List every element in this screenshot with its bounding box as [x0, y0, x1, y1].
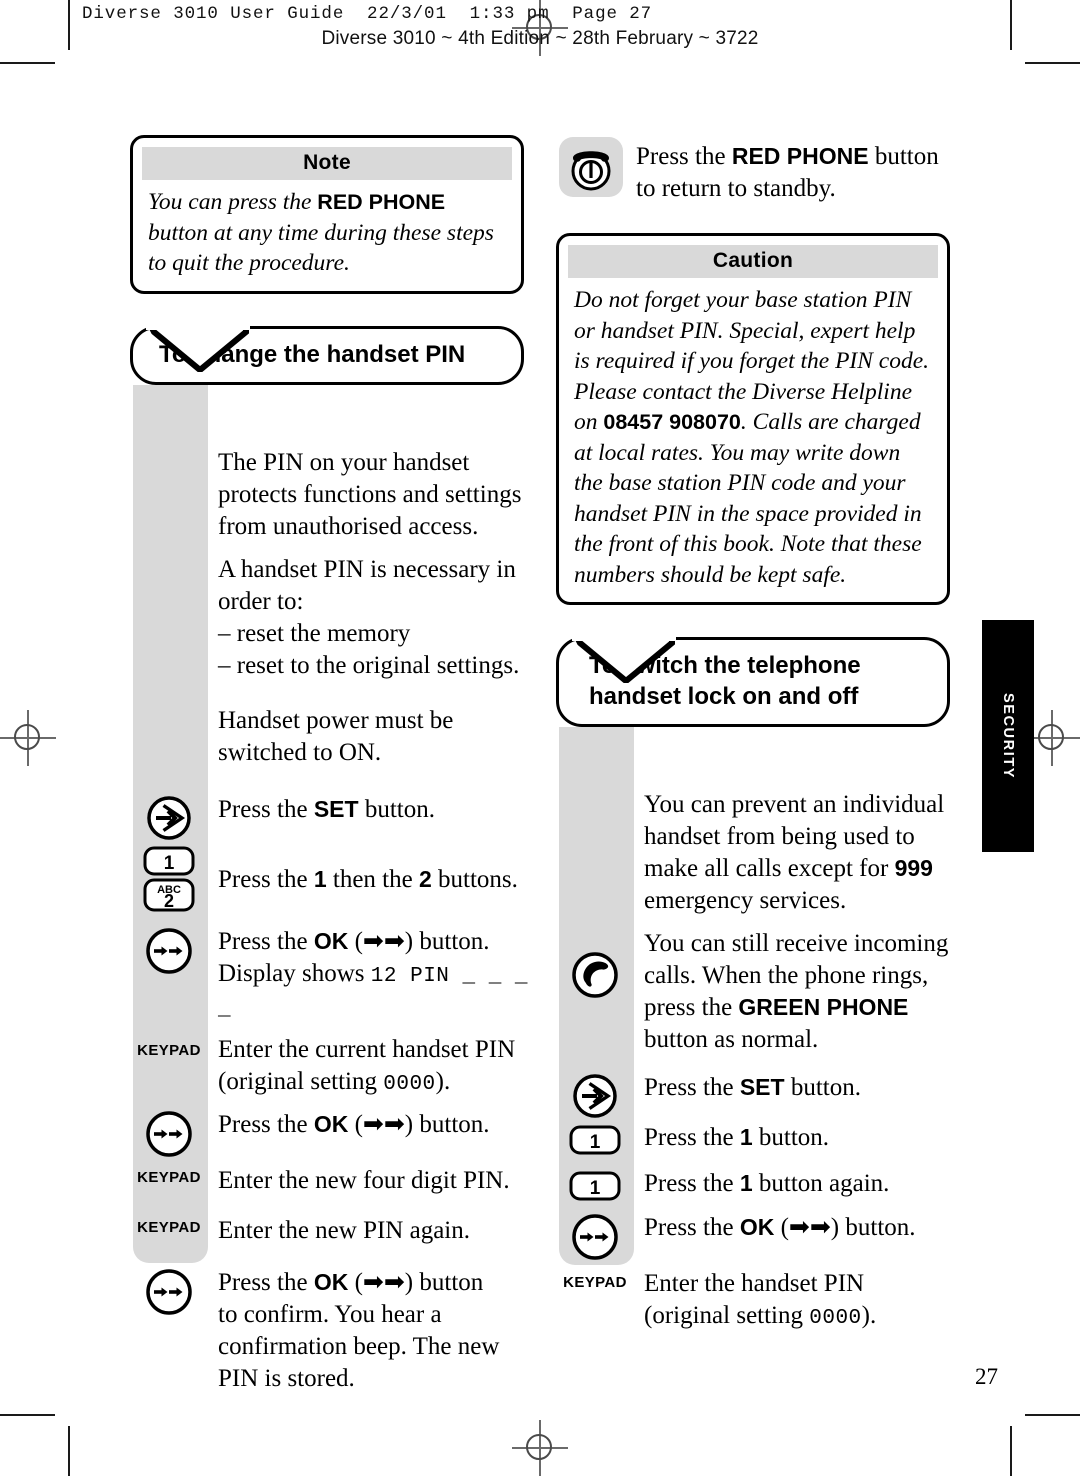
crop-mark-top-left-horizontal: [0, 62, 55, 64]
keypad-text-icon: KEYPAD: [137, 1041, 201, 1059]
page-number: 27: [975, 1364, 998, 1389]
caution-box-title: Caution: [568, 245, 938, 278]
svg-text:2: 2: [164, 891, 174, 911]
change-pin-section: To change the handset PIN The PIN on you…: [130, 323, 530, 1395]
step-text: Enter the handset PIN (original setting …: [644, 1269, 877, 1330]
step-text: Press the 1 button again.: [644, 1169, 890, 1197]
step-text: Press the 1 button.: [644, 1123, 830, 1151]
set-button-icon[interactable]: [556, 1072, 634, 1118]
svg-text:1: 1: [590, 1178, 601, 1199]
change-pin-intro: The PIN on your handset protects functio…: [218, 399, 530, 769]
step-row: KEYPAD Enter the new PIN again.: [130, 1215, 530, 1257]
print-header-edition: Diverse 3010 ~ 4th Edition ~ 28th Februa…: [321, 28, 759, 49]
step-text: Press the OK (➡➡) button.: [644, 1213, 916, 1241]
step-text: Press the SET button.: [218, 795, 435, 823]
crop-mark-top-right-horizontal: [1025, 62, 1080, 64]
crop-mark-bottom-left-vertical: [68, 1426, 70, 1476]
step-row: Press the OK (➡➡) button to confirm. You…: [130, 1267, 530, 1395]
step-text: Press the 1 then the 2 buttons.: [218, 865, 518, 893]
registration-mark-bottom: [512, 1420, 568, 1476]
step-row: Press the OK (➡➡) button. Display shows 1…: [130, 926, 530, 1024]
handset-lock-section: To switch the telephone handset lock on …: [556, 635, 956, 1333]
step-row: Press the SET button.: [556, 1072, 956, 1118]
speech-bubble-tail-icon: [572, 635, 676, 684]
step-row: 1 Press the 1 button.: [556, 1122, 956, 1162]
step-row: Press the SET button.: [130, 794, 530, 840]
note-box: Note You can press the RED PHONE button …: [130, 135, 524, 294]
step-text: Enter the new PIN again.: [218, 1216, 471, 1244]
step-text: Press the OK (➡➡) button. Display shows 1…: [218, 927, 529, 1021]
crop-mark-bottom-left-horizontal: [0, 1414, 55, 1416]
step-row: KEYPAD Enter the new four digit PIN.: [130, 1165, 530, 1207]
speech-bubble-tail-icon: [146, 323, 250, 372]
ok-button-icon[interactable]: [130, 1109, 208, 1157]
step-text: Press the OK (➡➡) button.: [218, 1110, 490, 1138]
note-box-title: Note: [142, 147, 512, 180]
handset-lock-intro: You can prevent an individual handset fr…: [644, 741, 956, 917]
green-phone-icon[interactable]: [556, 928, 634, 998]
intro-list-item: – reset the memory: [218, 619, 411, 647]
keypad-1-icon[interactable]: 1: [556, 1122, 634, 1162]
left-column: Note You can press the RED PHONE button …: [130, 135, 530, 1399]
crop-mark-bottom-right-horizontal: [1025, 1414, 1080, 1416]
step-row: You can still receive incoming calls. Wh…: [556, 928, 956, 1056]
manual-page: Diverse 3010 User Guide 22/3/01 1:33 pm …: [0, 0, 1080, 1476]
intro-paragraph: The PIN on your handset protects functio…: [218, 448, 522, 540]
step-row: KEYPAD Enter the current handset PIN (or…: [130, 1034, 530, 1099]
ok-button-icon[interactable]: [130, 1267, 208, 1315]
step-row: Press the OK (➡➡) button.: [556, 1212, 956, 1260]
set-button-icon[interactable]: [130, 794, 208, 840]
print-header-filename: Diverse 3010 User Guide 22/3/01 1:33 pm …: [82, 4, 653, 24]
ok-button-icon[interactable]: [556, 1212, 634, 1260]
step-row: KEYPAD Enter the handset PIN (original s…: [556, 1268, 956, 1333]
ok-button-icon[interactable]: [130, 926, 208, 974]
svg-text:1: 1: [164, 853, 175, 874]
intro-paragraph: A handset PIN is necessary in order to:: [218, 555, 516, 615]
svg-text:1: 1: [590, 1132, 601, 1153]
intro-list-item: – reset to the original settings.: [218, 651, 520, 679]
handset-lock-heading-line2: handset lock on and off: [589, 682, 859, 710]
keypad-text-icon: KEYPAD: [137, 1168, 201, 1186]
change-pin-steps: The PIN on your handset protects functio…: [130, 384, 530, 1395]
keypad-1-2-icon[interactable]: 1 ABC 2: [130, 844, 208, 914]
intro-paragraph: You can prevent an individual handset fr…: [644, 790, 945, 914]
crop-mark-bottom-right-vertical: [1010, 1426, 1012, 1476]
standby-step-row: Press the RED PHONE button to return to …: [556, 135, 956, 205]
right-column: Press the RED PHONE button to return to …: [556, 135, 956, 1337]
step-text: Press the OK (➡➡) button to confirm. You…: [218, 1268, 500, 1392]
step-text: You can still receive incoming calls. Wh…: [644, 929, 949, 1053]
step-row: 1 ABC 2 Press the 1 then the 2 buttons.: [130, 844, 530, 914]
handset-lock-steps: You can prevent an individual handset fr…: [556, 726, 956, 1333]
security-side-tab[interactable]: SECURITY: [982, 620, 1034, 852]
keypad-text-icon: KEYPAD: [563, 1273, 627, 1291]
security-side-tab-label: SECURITY: [1000, 692, 1016, 780]
keypad-text-icon: KEYPAD: [137, 1218, 201, 1236]
registration-mark-left: [0, 710, 56, 766]
note-box-body: You can press the RED PHONE button at an…: [148, 189, 494, 277]
red-phone-icon[interactable]: [556, 135, 626, 197]
step-text: Enter the new four digit PIN.: [218, 1166, 510, 1194]
keypad-1-icon[interactable]: 1: [556, 1168, 634, 1208]
step-row: 1 Press the 1 button again.: [556, 1168, 956, 1208]
step-row: Press the OK (➡➡) button.: [130, 1109, 530, 1157]
intro-paragraph: Handset power must be switched to ON.: [218, 706, 454, 766]
caution-box-body: Do not forget your base station PIN or h…: [574, 287, 930, 588]
step-text: Press the SET button.: [644, 1073, 861, 1101]
standby-step-text: Press the RED PHONE button to return to …: [636, 143, 939, 202]
caution-box: Caution Do not forget your base station …: [556, 233, 950, 606]
step-text: Enter the current handset PIN (original …: [218, 1035, 516, 1096]
